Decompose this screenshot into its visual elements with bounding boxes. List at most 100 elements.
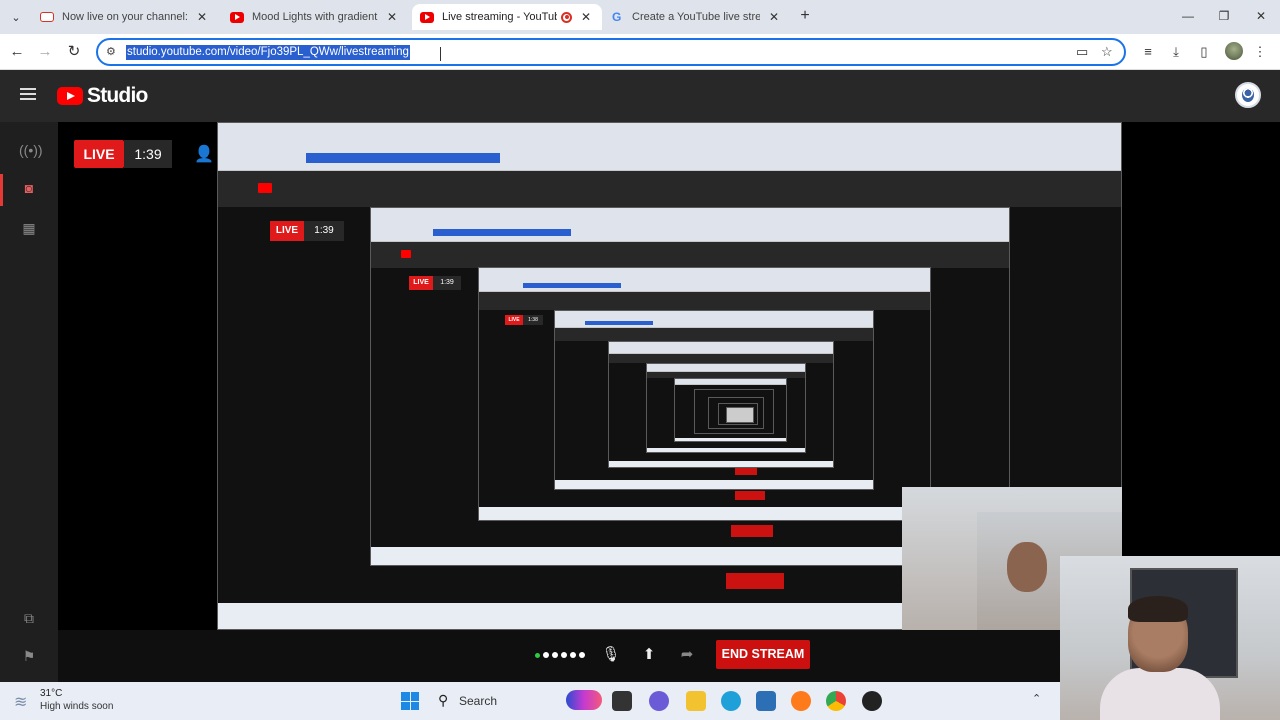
recursive-browser-bar xyxy=(647,364,805,372)
stream-preview: LIVE 1:39 LIVE 1:39 LIVE 1:38 xyxy=(217,122,1122,630)
share-arrow-icon[interactable]: ➦ xyxy=(676,645,698,665)
recursive-studio-header xyxy=(371,242,1009,268)
new-tab-plus-icon[interactable]: + xyxy=(796,7,814,25)
tab-close-icon[interactable]: ✕ xyxy=(766,10,782,24)
recursive-studio-header xyxy=(218,171,1121,207)
recursive-browser-bar xyxy=(609,342,833,354)
channel-avatar[interactable] xyxy=(1235,82,1261,108)
nested-live-badge: LIVE xyxy=(505,315,523,325)
reload-icon[interactable]: ↻ xyxy=(63,41,85,63)
tab-close-icon[interactable]: ✕ xyxy=(194,10,210,24)
tab-title: Mood Lights with gradient colo xyxy=(252,11,378,23)
recursive-taskbar xyxy=(609,461,833,467)
recording-indicator-icon xyxy=(561,11,572,23)
url-text[interactable]: studio.youtube.com/video/Fjo39PL_QWw/liv… xyxy=(126,45,410,60)
task-view-icon[interactable] xyxy=(612,691,632,711)
recursive-studio-header xyxy=(479,292,930,310)
browser-toolbar: ← → ↻ ⚙ studio.youtube.com/video/Fjo39PL… xyxy=(0,34,1280,70)
download-icon[interactable]: ⤓ xyxy=(1166,42,1186,62)
tab-search-chevron-icon[interactable]: ⌄ xyxy=(6,7,26,27)
status-dot xyxy=(570,652,576,658)
chevron-up-icon[interactable]: ⌃ xyxy=(1032,692,1041,705)
chat-app-icon[interactable] xyxy=(649,691,669,711)
recursive-end-stream xyxy=(731,525,773,537)
tab-title: Create a YouTube live stream w xyxy=(632,11,760,23)
menu-kebab-icon[interactable]: ⋮ xyxy=(1250,42,1270,62)
left-rail: ((•)) ◙ ▦ ⧉ ⚑ xyxy=(0,122,58,682)
recursive-taskbar xyxy=(647,448,805,452)
camera-icon[interactable]: ◙ xyxy=(19,178,39,198)
forward-arrow-icon[interactable]: → xyxy=(34,41,56,63)
status-dot xyxy=(543,652,549,658)
address-bar[interactable]: ⚙ studio.youtube.com/video/Fjo39PL_QWw/l… xyxy=(96,38,1126,66)
tab-close-icon[interactable]: ✕ xyxy=(578,10,594,24)
youtube-play-icon xyxy=(57,87,83,105)
close-window-icon[interactable]: ✕ xyxy=(1249,6,1273,26)
recursive-studio-header xyxy=(555,328,873,341)
youtube-studio-logo[interactable]: Studio xyxy=(57,84,148,108)
live-broadcast-icon[interactable]: ((•)) xyxy=(19,140,43,160)
media-controls-icon[interactable]: ≡ xyxy=(1138,42,1158,62)
edge-browser-icon[interactable] xyxy=(721,691,741,711)
live-badge: LIVE xyxy=(74,140,124,168)
hamburger-menu-icon[interactable] xyxy=(20,88,36,100)
recursive-browser-bar xyxy=(218,123,1121,171)
bookmark-star-icon[interactable]: ☆ xyxy=(1101,44,1113,60)
recursive-frame-11 xyxy=(726,407,754,423)
tab-mood-lights[interactable]: Mood Lights with gradient colo ✕ xyxy=(222,4,408,30)
status-dot-green xyxy=(535,652,540,658)
cast-icon[interactable]: ▭ xyxy=(1076,44,1088,60)
feedback-icon[interactable]: ⚑ xyxy=(19,646,39,666)
chrome-icon[interactable] xyxy=(826,691,846,711)
restore-icon[interactable]: ❐ xyxy=(1212,6,1236,26)
weather-temperature[interactable]: 31°C xyxy=(40,688,62,699)
webcam-overlay xyxy=(1060,556,1280,720)
browser-profile-avatar[interactable] xyxy=(1225,42,1243,60)
file-explorer-icon[interactable] xyxy=(686,691,706,711)
recursive-url-highlight xyxy=(433,229,571,236)
tab-gmail[interactable]: Now live on your channel: JIMC ✕ xyxy=(32,4,218,30)
external-link-icon[interactable]: ⧉ xyxy=(19,608,39,628)
minimize-icon[interactable]: — xyxy=(1176,6,1200,26)
text-cursor-icon xyxy=(440,47,442,61)
nested-timer: 1:38 xyxy=(523,315,543,325)
gmail-icon xyxy=(40,12,54,22)
nested-live-badge: LIVE xyxy=(270,221,304,241)
tab-create-live-stream[interactable]: G Create a YouTube live stream w ✕ xyxy=(604,4,790,30)
connection-status-indicator xyxy=(535,652,585,658)
studio-header: Studio xyxy=(0,70,1280,122)
side-panel-icon[interactable]: ▯ xyxy=(1194,42,1214,62)
taskbar-search-label[interactable]: Search xyxy=(459,694,497,708)
weather-description[interactable]: High winds soon xyxy=(40,701,113,712)
calendar-icon[interactable]: ▦ xyxy=(19,218,39,238)
tab-live-streaming[interactable]: Live streaming - YouTube St ✕ xyxy=(412,4,602,30)
recursive-url-highlight xyxy=(585,321,653,325)
share-screen-icon[interactable]: ⬆ xyxy=(638,645,660,665)
recursive-browser-bar xyxy=(371,208,1009,242)
recursive-logo-icon xyxy=(401,250,411,258)
firefox-icon[interactable] xyxy=(791,691,811,711)
site-settings-icon[interactable]: ⚙ xyxy=(106,45,116,58)
youtube-icon xyxy=(420,11,434,23)
obs-app-icon[interactable] xyxy=(862,691,882,711)
tab-close-icon[interactable]: ✕ xyxy=(384,10,400,24)
windows-start-icon[interactable] xyxy=(401,692,419,710)
search-highlight-art xyxy=(566,690,602,710)
nested-timer: 1:39 xyxy=(433,276,461,290)
end-stream-button[interactable]: END STREAM xyxy=(716,640,810,669)
taskbar-search-icon[interactable]: ⚲ xyxy=(438,692,448,709)
recursive-url-highlight xyxy=(523,283,621,288)
logo-text: Studio xyxy=(87,84,148,107)
wind-weather-icon[interactable]: ≋ xyxy=(14,692,27,712)
recursive-taskbar xyxy=(675,438,786,441)
windows-taskbar xyxy=(0,682,1060,720)
back-arrow-icon[interactable]: ← xyxy=(6,41,28,63)
recursive-taskbar xyxy=(479,507,930,520)
recursive-taskbar xyxy=(555,480,873,489)
google-icon: G xyxy=(612,10,622,24)
recursive-url-highlight xyxy=(306,153,500,163)
store-app-icon[interactable] xyxy=(756,691,776,711)
recursive-end-stream xyxy=(735,491,765,500)
microphone-icon[interactable]: 🎙 xyxy=(600,645,622,665)
recursive-studio-header xyxy=(609,354,833,363)
